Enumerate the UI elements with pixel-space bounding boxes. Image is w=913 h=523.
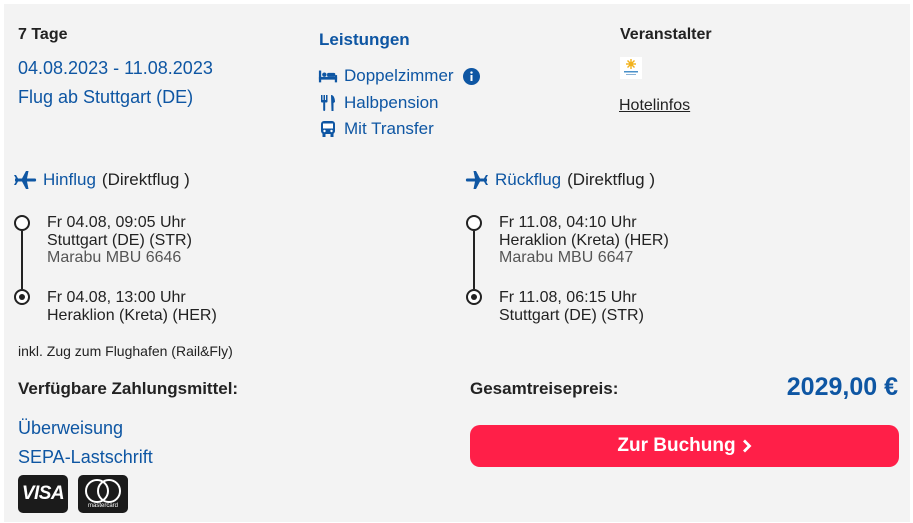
trip-dates: 04.08.2023 - 11.08.2023 [18, 58, 213, 78]
return-flight-number: Marabu MBU 6647 [499, 249, 634, 266]
rail-and-fly-note: inkl. Zug zum Flughafen (Rail&Fly) [18, 343, 233, 359]
services-title: Leistungen [319, 30, 410, 49]
service-transfer-label: Mit Transfer [344, 119, 434, 138]
outbound-label[interactable]: Hinflug [43, 170, 96, 190]
service-transfer: Mit Transfer [318, 119, 434, 139]
organizer-title: Veranstalter [620, 26, 712, 43]
book-button-label: Zur Buchung [617, 435, 736, 456]
organizer-logo [620, 57, 642, 79]
return-dep-airport: Heraklion (Kreta) (HER) [499, 232, 669, 249]
outbound-type: (Direktflug ) [101, 170, 190, 189]
plane-icon [13, 171, 37, 189]
mastercard-card: mastercard [78, 475, 128, 513]
visa-logo: VISA [21, 483, 65, 504]
return-arr-time: Fr 11.08, 06:15 Uhr [499, 289, 637, 306]
hotel-info-link[interactable]: Hotelinfos [619, 97, 690, 115]
total-price-label: Gesamtreisepreis: [470, 379, 619, 398]
return-timeline [473, 231, 475, 289]
payment-method-transfer[interactable]: Überweisung [18, 418, 123, 439]
service-board-label: Halbpension [344, 93, 439, 112]
visa-card: VISA [18, 475, 68, 513]
service-board: Halbpension [318, 93, 439, 113]
service-room[interactable]: Doppelzimmer [318, 66, 482, 86]
book-button[interactable]: Zur Buchung [470, 425, 899, 467]
bed-icon [318, 67, 338, 85]
payment-title: Verfügbare Zahlungsmittel: [18, 379, 239, 398]
total-price-value: 2029,00 € [786, 373, 898, 401]
bus-icon [318, 120, 338, 138]
outbound-departure-dot [14, 215, 30, 231]
return-arr-airport: Stuttgart (DE) (STR) [499, 307, 644, 324]
payment-method-sepa[interactable]: SEPA-Lastschrift [18, 447, 153, 468]
sun-logo-icon [624, 59, 638, 75]
info-icon[interactable] [462, 67, 482, 85]
plane-return-icon [465, 171, 489, 189]
outbound-header: Hinflug (Direktflug ) [13, 170, 190, 190]
outbound-dep-time: Fr 04.08, 09:05 Uhr [47, 214, 186, 231]
outbound-arrival-dot [14, 289, 30, 305]
service-room-label: Doppelzimmer [344, 66, 454, 85]
return-arrival-dot [466, 289, 482, 305]
offer-card: 7 Tage 04.08.2023 - 11.08.2023 Flug ab S… [4, 4, 910, 522]
return-dep-time: Fr 11.08, 04:10 Uhr [499, 214, 637, 231]
return-type: (Direktflug ) [567, 170, 655, 189]
outbound-arr-time: Fr 04.08, 13:00 Uhr [47, 289, 186, 306]
chevron-right-icon [742, 439, 752, 453]
outbound-dep-airport: Stuttgart (DE) (STR) [47, 232, 192, 249]
mastercard-logo-icon [85, 479, 121, 503]
trip-departure: Flug ab Stuttgart (DE) [18, 87, 194, 107]
trip-duration: 7 Tage [18, 26, 68, 43]
return-label[interactable]: Rückflug [495, 170, 561, 190]
cutlery-icon [318, 94, 338, 112]
return-header: Rückflug (Direktflug ) [465, 170, 655, 190]
return-departure-dot [466, 215, 482, 231]
outbound-flight-number: Marabu MBU 6646 [47, 249, 182, 266]
outbound-arr-airport: Heraklion (Kreta) (HER) [47, 307, 217, 324]
outbound-timeline [21, 231, 23, 289]
mastercard-label: mastercard [87, 503, 118, 509]
